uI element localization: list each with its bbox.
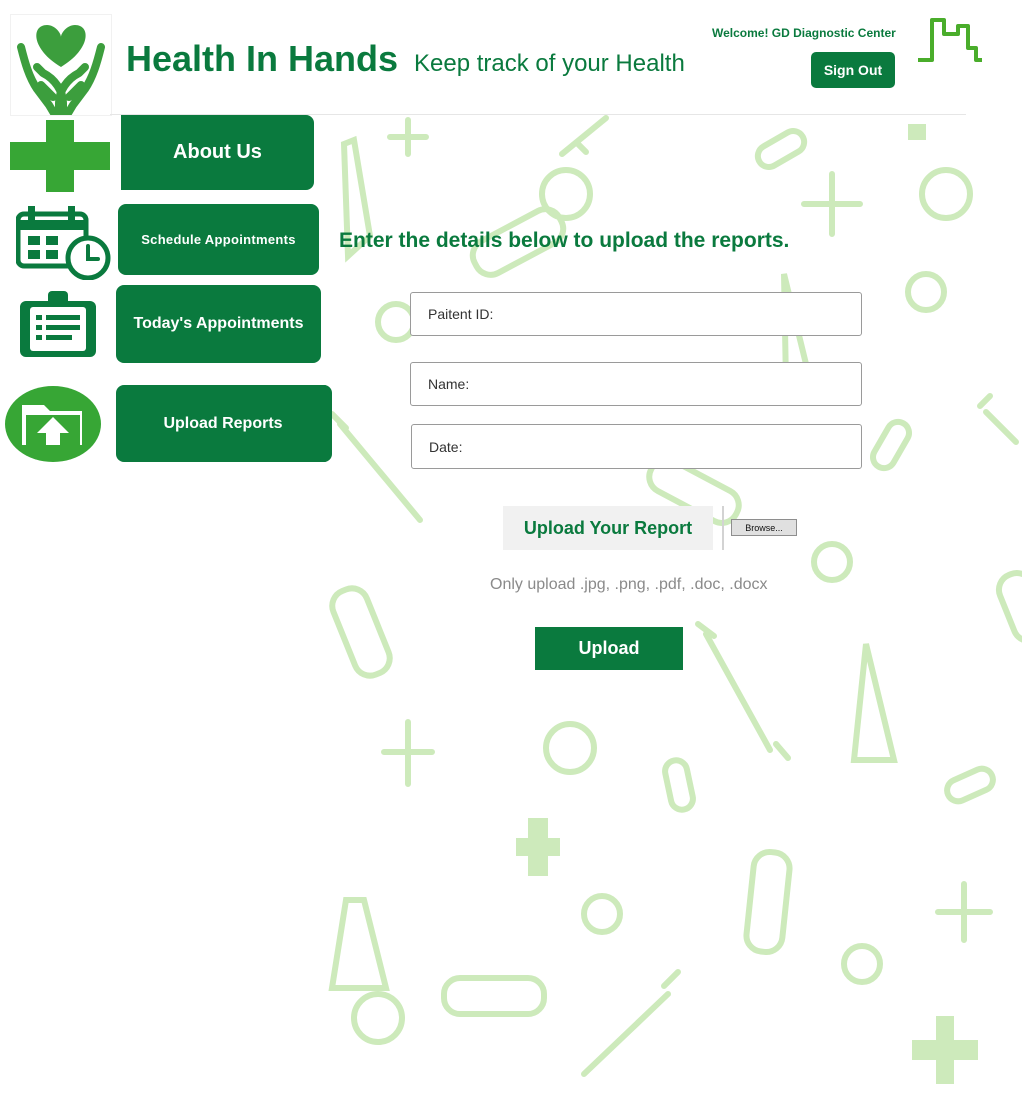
upload-divider [722, 506, 724, 550]
upload-submit-button[interactable]: Upload [535, 627, 683, 670]
upload-form-title: Enter the details below to upload the re… [339, 229, 790, 252]
browse-button[interactable]: Browse... [731, 519, 797, 536]
upload-report-label: Upload Your Report [503, 506, 713, 550]
app-title: Health In Hands [126, 38, 399, 79]
nav-todays-appointments[interactable]: Today's Appointments [116, 285, 321, 363]
city-skyline-icon [918, 18, 982, 62]
nav-upload-reports[interactable]: Upload Reports [116, 385, 332, 462]
logo [10, 14, 112, 119]
welcome-message: Welcome! GD Diagnostic Center [712, 26, 896, 40]
app-header: Health In Hands Keep track of your Healt… [0, 0, 1022, 119]
heart-hands-icon [17, 25, 105, 119]
sign-out-button[interactable]: Sign Out [811, 52, 895, 88]
calendar-clock-icon [16, 206, 111, 280]
file-type-hint: Only upload .jpg, .png, .pdf, .doc, .doc… [490, 576, 768, 593]
nav-about-us[interactable]: About Us [121, 115, 314, 190]
app-tagline: Keep track of your Health [414, 50, 685, 77]
patient-id-field[interactable] [410, 292, 862, 336]
date-field[interactable] [411, 424, 862, 469]
clipboard-icon [20, 291, 96, 357]
medical-cross-icon [10, 120, 110, 192]
nav-schedule-appointments[interactable]: Schedule Appointments [118, 204, 319, 275]
medical-pattern-background [328, 115, 1022, 1084]
name-field[interactable] [410, 362, 862, 406]
upload-folder-icon [5, 386, 101, 462]
